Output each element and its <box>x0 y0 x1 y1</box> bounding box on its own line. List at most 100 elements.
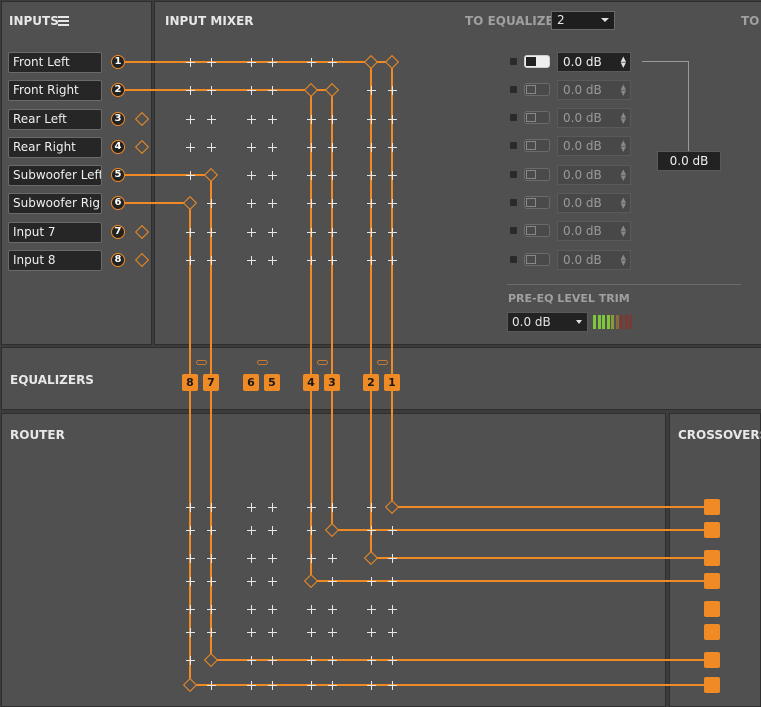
equalizer-button[interactable]: 6 <box>243 374 259 391</box>
route-point[interactable] <box>307 605 316 614</box>
mix-point[interactable] <box>268 86 277 95</box>
crossover-output[interactable] <box>704 652 720 668</box>
route-point[interactable] <box>307 681 316 690</box>
mix-point[interactable] <box>307 171 316 180</box>
input-channel-subwoofer-right[interactable]: Subwoofer Right <box>8 193 102 214</box>
route-point[interactable] <box>328 628 337 637</box>
equalizer-button[interactable]: 7 <box>203 374 219 391</box>
mix-point[interactable] <box>186 256 195 265</box>
input-channel-front-left[interactable]: Front Left <box>8 52 102 73</box>
route-point[interactable] <box>328 503 337 512</box>
crossover-output[interactable] <box>704 573 720 589</box>
mix-point[interactable] <box>207 115 216 124</box>
mix-point[interactable] <box>207 256 216 265</box>
mix-point[interactable] <box>247 171 256 180</box>
mix-point[interactable] <box>186 115 195 124</box>
route-point[interactable] <box>328 577 337 586</box>
mix-point[interactable] <box>367 115 376 124</box>
route-point[interactable] <box>307 554 316 563</box>
mix-point[interactable] <box>268 115 277 124</box>
link-icon[interactable] <box>257 360 268 365</box>
mix-point[interactable] <box>268 228 277 237</box>
mix-enable-toggle[interactable] <box>524 83 550 96</box>
mix-point[interactable] <box>247 86 256 95</box>
mix-point[interactable] <box>186 143 195 152</box>
mix-point[interactable] <box>186 171 195 180</box>
gain-input[interactable]: 0.0 dB ▲ ▼ <box>557 108 631 128</box>
route-point[interactable] <box>247 554 256 563</box>
mix-point[interactable] <box>307 143 316 152</box>
route-point[interactable] <box>207 554 216 563</box>
mix-point[interactable] <box>186 58 195 67</box>
crossover-output[interactable] <box>704 601 720 617</box>
mute-indicator[interactable] <box>510 114 517 121</box>
mix-point[interactable] <box>247 143 256 152</box>
mix-point[interactable] <box>367 143 376 152</box>
mix-point[interactable] <box>247 228 256 237</box>
equalizer-button[interactable]: 5 <box>264 374 280 391</box>
equalizer-button[interactable]: 2 <box>363 374 379 391</box>
route-point[interactable] <box>328 656 337 665</box>
route-point[interactable] <box>388 681 397 690</box>
mix-point[interactable] <box>328 115 337 124</box>
route-point[interactable] <box>186 577 195 586</box>
route-point[interactable] <box>247 628 256 637</box>
equalizer-button[interactable]: 3 <box>324 374 340 391</box>
route-point[interactable] <box>367 681 376 690</box>
mix-point[interactable] <box>307 115 316 124</box>
route-point[interactable] <box>388 605 397 614</box>
mix-point[interactable] <box>207 58 216 67</box>
mix-point[interactable] <box>388 171 397 180</box>
route-point[interactable] <box>207 577 216 586</box>
route-point[interactable] <box>247 577 256 586</box>
route-point[interactable] <box>268 656 277 665</box>
link-icon[interactable] <box>377 360 388 365</box>
route-point[interactable] <box>247 503 256 512</box>
route-point[interactable] <box>186 554 195 563</box>
mix-point[interactable] <box>367 171 376 180</box>
mute-indicator[interactable] <box>510 58 517 65</box>
link-icon[interactable] <box>196 360 207 365</box>
route-point[interactable] <box>268 628 277 637</box>
mix-point[interactable] <box>186 228 195 237</box>
route-point[interactable] <box>388 554 397 563</box>
mix-point[interactable] <box>307 58 316 67</box>
route-point[interactable] <box>388 577 397 586</box>
mix-point[interactable] <box>247 256 256 265</box>
route-point[interactable] <box>268 577 277 586</box>
route-point[interactable] <box>388 656 397 665</box>
mix-point[interactable] <box>367 86 376 95</box>
mix-point[interactable] <box>207 143 216 152</box>
mix-enable-toggle[interactable] <box>524 55 550 68</box>
route-point[interactable] <box>247 605 256 614</box>
mute-indicator[interactable] <box>510 256 517 263</box>
mute-indicator[interactable] <box>510 171 517 178</box>
gain-input[interactable]: 0.0 dB ▲ ▼ <box>557 52 631 72</box>
mix-point[interactable] <box>207 86 216 95</box>
mix-point[interactable] <box>367 228 376 237</box>
mix-enable-toggle[interactable] <box>524 196 550 209</box>
mix-enable-toggle[interactable] <box>524 224 550 237</box>
mix-point[interactable] <box>388 256 397 265</box>
crossover-output[interactable] <box>704 677 720 693</box>
mix-point[interactable] <box>268 171 277 180</box>
link-icon[interactable] <box>317 360 328 365</box>
mix-point[interactable] <box>186 86 195 95</box>
equalizer-button[interactable]: 8 <box>182 374 198 391</box>
mix-point[interactable] <box>328 143 337 152</box>
route-point[interactable] <box>388 526 397 535</box>
route-point[interactable] <box>268 605 277 614</box>
equalizer-button[interactable]: 4 <box>303 374 319 391</box>
route-point[interactable] <box>268 526 277 535</box>
route-point[interactable] <box>268 503 277 512</box>
route-point[interactable] <box>207 526 216 535</box>
mix-point[interactable] <box>328 58 337 67</box>
mix-point[interactable] <box>207 199 216 208</box>
mix-enable-toggle[interactable] <box>524 168 550 181</box>
gain-input[interactable]: 0.0 dB ▲ ▼ <box>557 165 631 185</box>
mix-point[interactable] <box>268 143 277 152</box>
mix-point[interactable] <box>207 228 216 237</box>
mix-point[interactable] <box>328 199 337 208</box>
route-point[interactable] <box>307 656 316 665</box>
input-channel-rear-left[interactable]: Rear Left <box>8 109 102 130</box>
